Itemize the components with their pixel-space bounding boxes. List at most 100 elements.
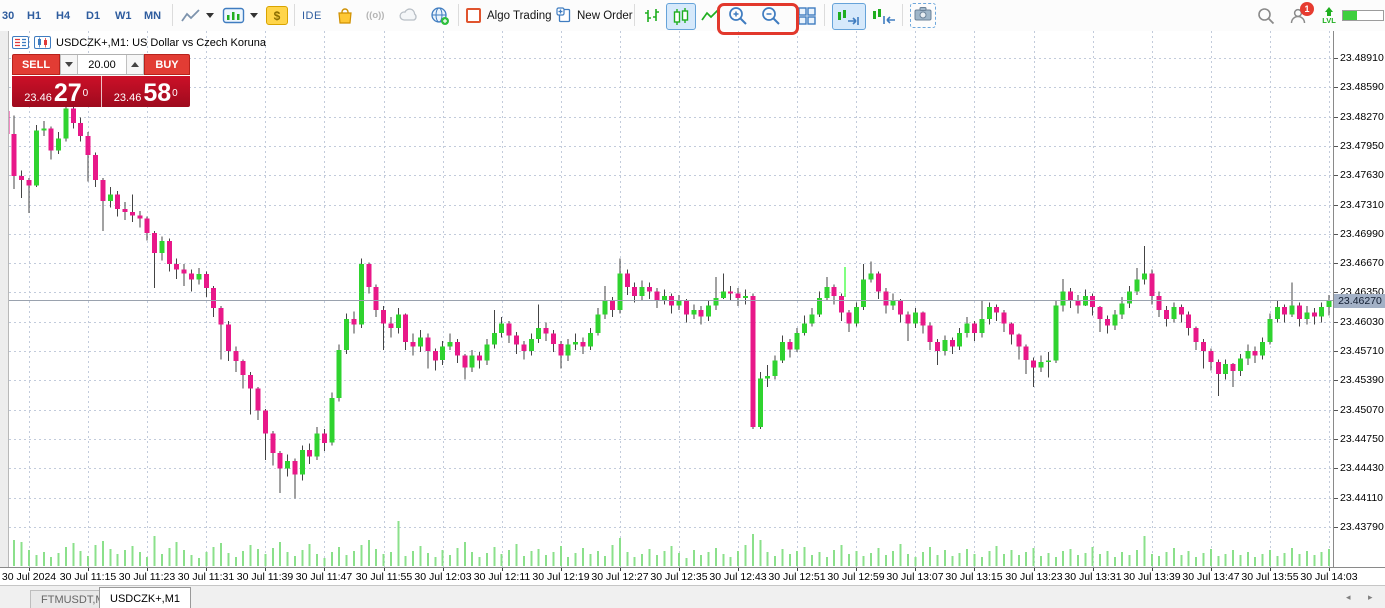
volume-decrease-button[interactable] bbox=[60, 55, 78, 74]
ide-button[interactable]: IDE bbox=[302, 0, 322, 31]
screenshot-button[interactable] bbox=[910, 0, 936, 31]
time-axis-label: 30 Jul 13:23 bbox=[1005, 571, 1062, 583]
price-axis-label: 23.43790 bbox=[1340, 521, 1384, 533]
window-left-edge bbox=[0, 31, 9, 608]
buy-button[interactable]: BUY bbox=[144, 54, 190, 75]
candle bbox=[49, 127, 54, 160]
price-axis-tick bbox=[1334, 322, 1338, 323]
dashed-selection-icon bbox=[910, 3, 936, 28]
candle bbox=[573, 334, 578, 351]
auto-scroll-button[interactable] bbox=[832, 3, 866, 30]
objects-button[interactable] bbox=[222, 0, 258, 31]
candle bbox=[403, 314, 408, 351]
candle bbox=[1194, 326, 1199, 350]
timeframe-button-30[interactable]: 30 bbox=[2, 0, 14, 31]
chevron-down-icon bbox=[206, 13, 214, 18]
candle bbox=[987, 303, 992, 325]
price-axis-tick bbox=[1334, 234, 1338, 235]
volume-input[interactable]: 20.00 bbox=[78, 55, 126, 74]
candle bbox=[152, 231, 157, 288]
market-watch-dollar-button[interactable]: $ bbox=[266, 0, 288, 31]
time-axis-label: 30 Jul 13:31 bbox=[1064, 571, 1121, 583]
candle bbox=[1179, 304, 1184, 322]
price-axis[interactable]: 23.46270 23.4891023.4859023.4827023.4795… bbox=[1333, 31, 1385, 567]
volume-increase-button[interactable] bbox=[126, 55, 144, 74]
candle bbox=[1031, 358, 1036, 387]
timeframe-button-h1[interactable]: H1 bbox=[27, 0, 41, 31]
market-store-button[interactable] bbox=[336, 0, 354, 31]
notification-badge: 1 bbox=[1300, 2, 1314, 16]
candle bbox=[425, 334, 430, 369]
tab-scroll-right-button[interactable]: ▸ bbox=[1368, 592, 1373, 603]
candle bbox=[736, 288, 741, 306]
algo-trading-button[interactable]: Algo Trading bbox=[466, 0, 552, 31]
timeframe-button-d1[interactable]: D1 bbox=[86, 0, 100, 31]
candle bbox=[322, 429, 327, 451]
new-order-button[interactable]: New Order bbox=[556, 0, 633, 31]
candle bbox=[226, 321, 231, 361]
candle bbox=[418, 330, 423, 352]
chart-shift-button[interactable] bbox=[868, 0, 900, 31]
one-click-trading-panel: SELL 20.00 BUY 23.46270 23.46580 bbox=[12, 54, 190, 107]
line-chart-icon bbox=[700, 7, 720, 25]
bar-chart-type-button[interactable] bbox=[642, 0, 662, 31]
quotes-list-icon[interactable] bbox=[12, 36, 29, 49]
candle bbox=[1098, 306, 1103, 332]
chart-area[interactable]: USDCZK+,M1: US Dollar vs Czech Koruna SE… bbox=[9, 31, 1333, 567]
time-axis[interactable]: 30 Jul 202430 Jul 11:1530 Jul 11:2330 Ju… bbox=[0, 567, 1385, 586]
profile-button[interactable]: 1 bbox=[1288, 0, 1308, 31]
auto-scroll-icon bbox=[836, 7, 862, 27]
chart-tab-usdczk-m1[interactable]: USDCZK+,M1 bbox=[99, 587, 191, 608]
candle bbox=[248, 372, 253, 414]
candle bbox=[396, 308, 401, 334]
community-button[interactable] bbox=[430, 0, 450, 31]
cloud-button[interactable] bbox=[398, 0, 420, 31]
sell-label: SELL bbox=[22, 59, 50, 71]
trade-panel-price-row: 23.46270 23.46580 bbox=[12, 76, 190, 107]
signals-button[interactable]: ((o)) bbox=[366, 0, 384, 31]
level-indicator[interactable]: LVL bbox=[1322, 0, 1336, 31]
globe-icon bbox=[430, 6, 450, 26]
candle bbox=[130, 195, 135, 223]
candlestick-chart-type-button[interactable] bbox=[666, 3, 696, 30]
candle bbox=[544, 323, 549, 341]
search-icon bbox=[1256, 6, 1276, 26]
search-button[interactable] bbox=[1256, 0, 1276, 31]
price-axis-label: 23.45710 bbox=[1340, 345, 1384, 357]
price-axis-tick bbox=[1334, 58, 1338, 59]
tile-windows-button[interactable] bbox=[796, 0, 818, 31]
chevron-down-icon bbox=[250, 13, 258, 18]
sell-price-small: 23.46 bbox=[24, 92, 52, 104]
line-chart-type-button[interactable] bbox=[700, 0, 720, 31]
candle bbox=[691, 304, 696, 319]
candle bbox=[839, 293, 844, 321]
zoom-out-button[interactable] bbox=[759, 0, 783, 31]
price-axis-tick bbox=[1334, 117, 1338, 118]
price-axis-label: 23.45070 bbox=[1340, 404, 1384, 416]
timeframe-button-w1[interactable]: W1 bbox=[115, 0, 132, 31]
mini-candles-icon[interactable] bbox=[34, 36, 51, 49]
price-axis-tick bbox=[1334, 351, 1338, 352]
candle bbox=[928, 323, 933, 351]
candle bbox=[507, 321, 512, 343]
candle bbox=[706, 301, 711, 321]
candle bbox=[647, 282, 652, 299]
candle bbox=[19, 171, 24, 198]
indicators-button[interactable] bbox=[180, 0, 214, 31]
timeframe-button-mn[interactable]: MN bbox=[144, 0, 161, 31]
candle bbox=[1083, 290, 1088, 307]
candle bbox=[669, 293, 674, 313]
price-axis-label: 23.47630 bbox=[1340, 169, 1384, 181]
candlestick-chart[interactable] bbox=[9, 31, 1333, 567]
candle bbox=[440, 341, 445, 365]
zoom-in-button[interactable] bbox=[726, 0, 750, 31]
timeframe-button-h4[interactable]: H4 bbox=[56, 0, 70, 31]
sell-button[interactable]: SELL bbox=[12, 54, 60, 75]
ide-label: IDE bbox=[302, 10, 322, 22]
candle bbox=[787, 339, 792, 357]
sell-price[interactable]: 23.46270 bbox=[12, 76, 102, 107]
buy-price[interactable]: 23.46580 bbox=[102, 76, 191, 107]
tab-scroll-left-button[interactable]: ◂ bbox=[1346, 592, 1351, 603]
candle bbox=[270, 431, 275, 466]
time-axis-label: 30 Jul 11:15 bbox=[60, 571, 116, 583]
